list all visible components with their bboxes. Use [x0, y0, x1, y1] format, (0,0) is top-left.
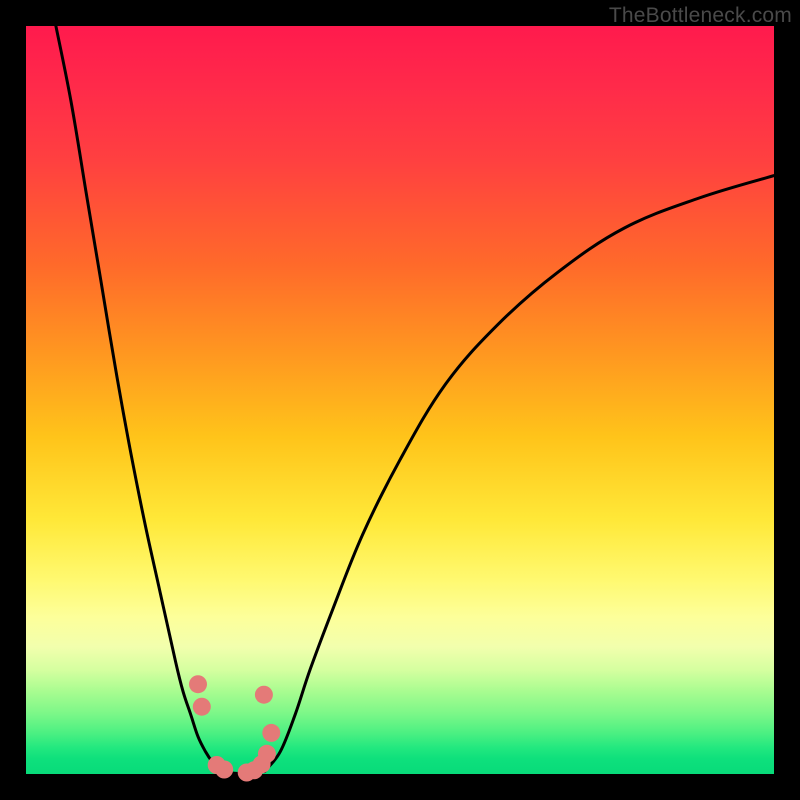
watermark-text: TheBottleneck.com: [609, 4, 792, 28]
curve-layer: [26, 26, 774, 774]
trough-markers: [189, 675, 280, 781]
trough-marker: [215, 761, 233, 779]
trough-marker: [258, 745, 276, 763]
trough-marker: [193, 698, 211, 716]
trough-marker: [262, 724, 280, 742]
chart-frame: TheBottleneck.com: [0, 0, 800, 800]
trough-marker: [189, 675, 207, 693]
bottleneck-curve: [56, 26, 774, 773]
trough-marker: [255, 686, 273, 704]
curve-path: [56, 26, 774, 773]
